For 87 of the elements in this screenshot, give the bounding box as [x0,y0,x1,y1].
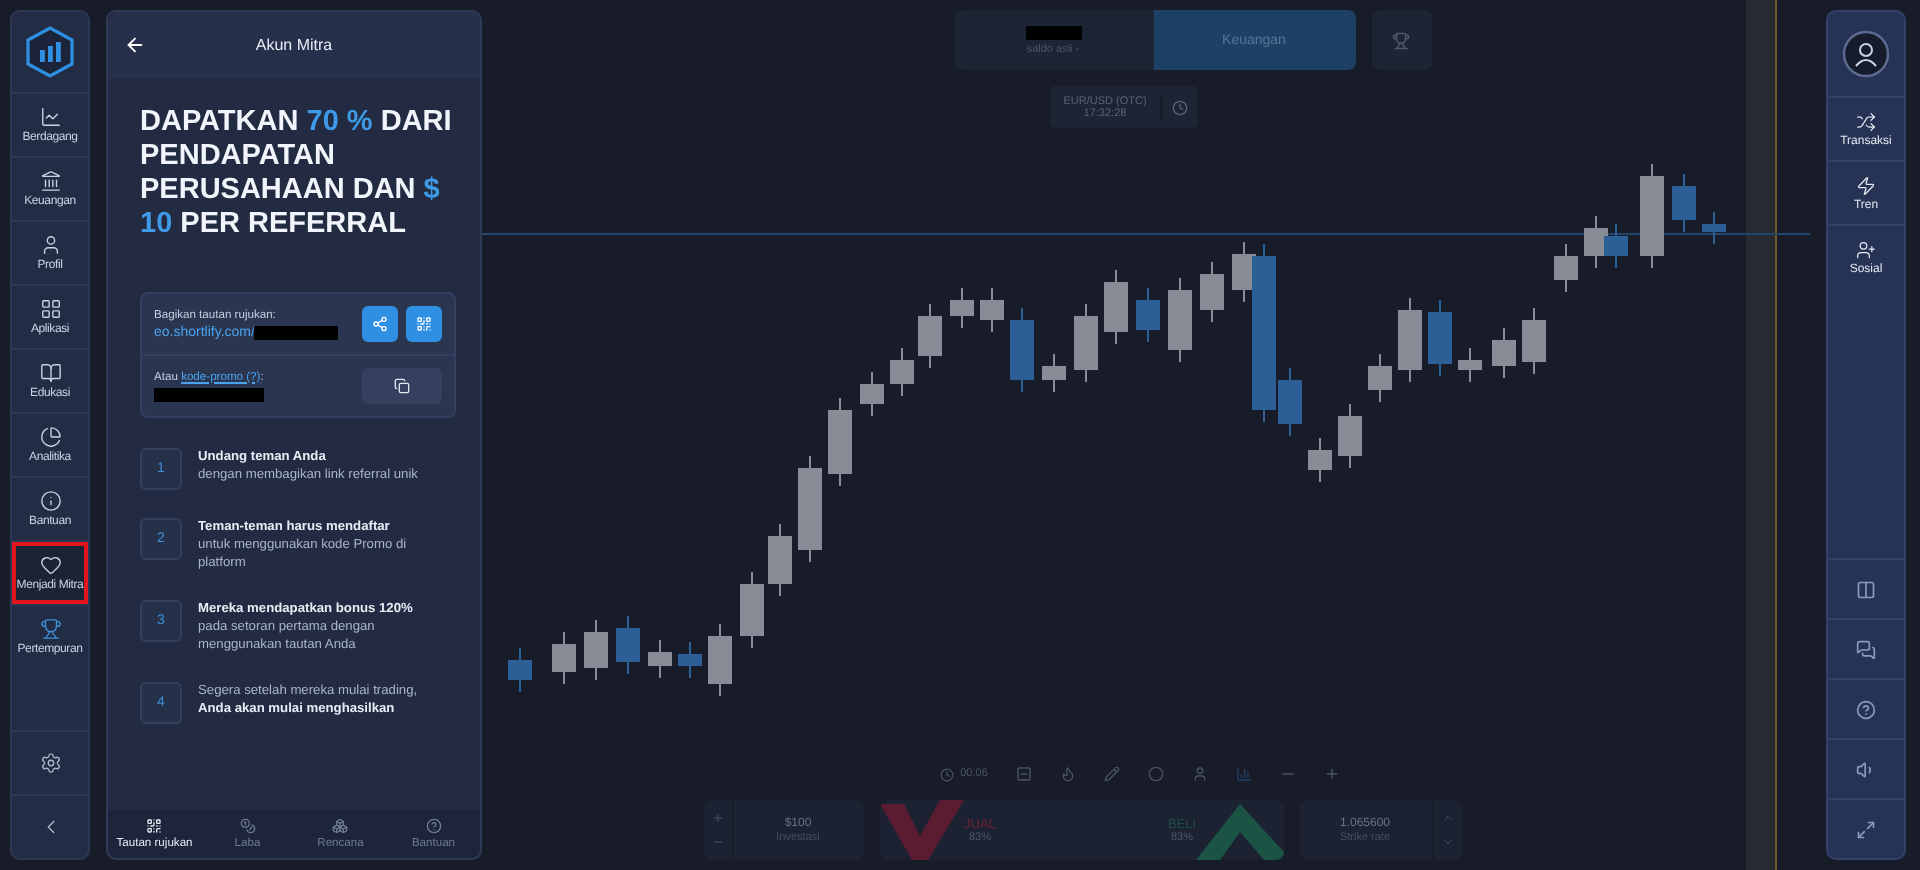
share-button[interactable] [362,306,398,342]
candle [584,619,608,681]
candle [860,371,884,417]
help-icon [1856,699,1876,719]
pencil-icon[interactable] [1103,766,1120,782]
chat-icon [1856,639,1876,659]
zoom-in-icon[interactable] [1323,766,1340,782]
trophy-icon [39,618,61,640]
candle [1702,211,1726,245]
back-button[interactable] [124,34,146,56]
candle [1398,297,1422,383]
candle [708,623,732,697]
plus-icon[interactable] [711,812,723,824]
boxes-icon [332,818,349,834]
bars-icon[interactable] [1235,766,1252,782]
candle [1136,287,1160,343]
candle [1458,347,1482,383]
logo-icon [26,26,74,78]
chevron-down-icon[interactable] [1441,836,1453,848]
arrow-left-icon [124,34,146,56]
candle [1104,269,1128,345]
flame-icon[interactable] [1059,766,1076,782]
copy-button[interactable] [362,368,442,404]
candle [1672,173,1696,233]
candle [980,287,1004,333]
user-icon [39,234,61,256]
clock-icon [940,767,955,781]
candle [1308,437,1332,483]
candle [678,641,702,679]
candle [918,303,942,369]
apps-icon [39,298,61,320]
up-chevron-icon [1195,804,1283,860]
crossed-arrows-icon [1856,111,1876,131]
settings-icon [39,752,61,774]
candle [1042,353,1066,393]
book-icon [39,362,61,384]
candle [1200,261,1224,323]
copy-icon [394,378,410,394]
heart-icon [39,554,61,576]
candle [1640,163,1664,269]
chart-icon [39,106,61,128]
panel-title: Akun Mitra [253,36,335,54]
candle [1368,353,1392,403]
clock-icon [1172,99,1189,115]
qr-code-icon [416,316,432,332]
headline: DAPATKAN 70 % DARI PENDAPATAN PERUSAHAAN DAN $ 10 PER REFERRAL [140,106,454,242]
speaker-icon [1856,759,1876,779]
candle [552,631,576,685]
avatar-icon[interactable] [1842,30,1890,78]
circle-icon[interactable] [1147,766,1164,782]
candle [890,347,914,397]
candle [1010,307,1034,393]
qr-code-button[interactable] [406,306,442,342]
candle [1074,303,1098,383]
candle [1522,307,1546,375]
candle [1338,403,1362,469]
help-icon [425,818,442,834]
chevron-up-icon[interactable] [1441,812,1453,824]
lightning-icon [1856,175,1876,195]
pie-chart-icon [39,426,61,448]
candle [508,647,532,693]
columns-icon [1856,579,1876,599]
share-icon [372,316,388,332]
candle [648,639,672,679]
candle [1554,243,1578,293]
bank-icon [39,170,61,192]
candle [1428,299,1452,377]
candle [740,571,764,649]
user-icon[interactable] [1191,766,1208,782]
candle [768,523,792,597]
candle [950,287,974,329]
candle [798,455,822,563]
fullscreen-icon [1856,819,1876,839]
trophy-icon [1392,31,1410,49]
trophy-button[interactable] [1371,10,1431,70]
candle [828,397,852,487]
candle [1492,327,1516,379]
minus-icon[interactable] [711,836,723,848]
coins-icon [239,818,256,834]
minus-square-icon[interactable] [1015,766,1032,782]
qr-code-icon [146,818,163,834]
info-icon [39,490,61,512]
add-user-icon [1856,239,1876,259]
candle [1604,223,1628,269]
down-check-icon [879,800,963,860]
candle [616,615,640,675]
candle [1168,277,1192,363]
